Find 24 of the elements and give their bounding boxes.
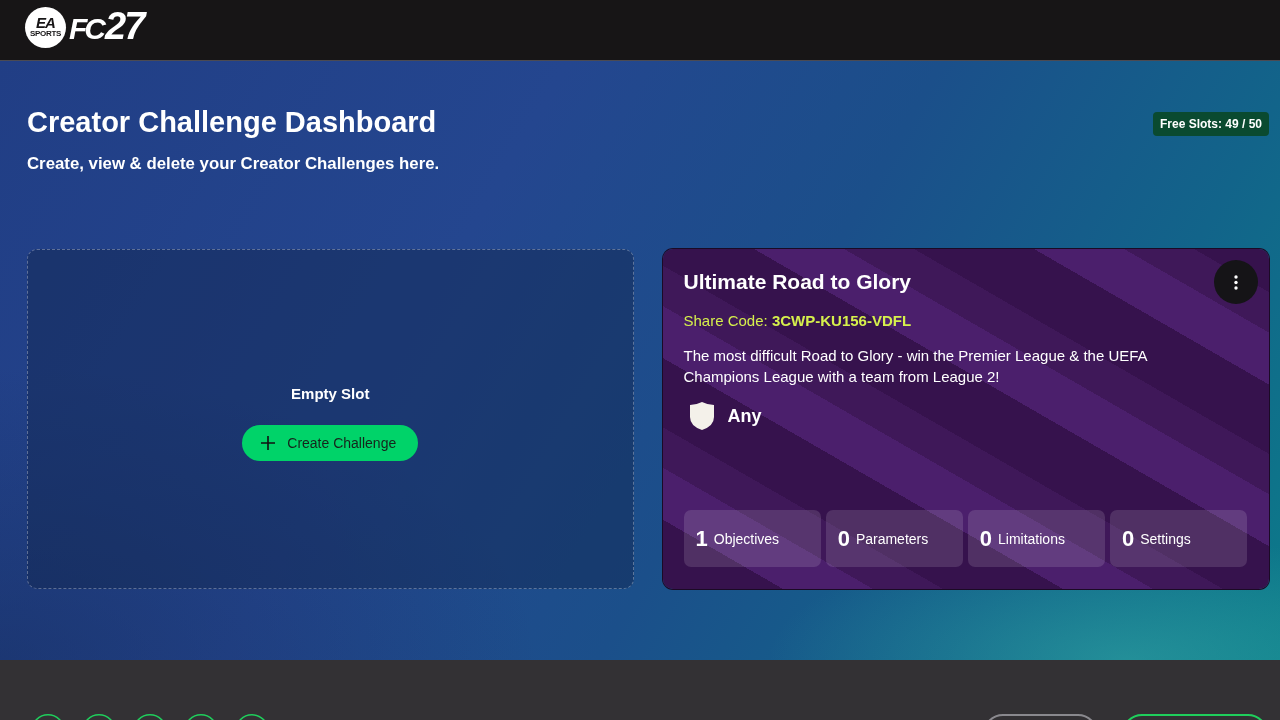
more-icon (1234, 274, 1238, 290)
stat-label: Limitations (998, 529, 1065, 548)
team-name: Any (727, 405, 762, 427)
plus-icon (261, 435, 276, 450)
free-slots-badge: Free Slots: 49 / 50 (1152, 112, 1269, 136)
slot-label: Empty Slot (291, 383, 370, 404)
challenge-title: Ultimate Road to Glory (683, 269, 912, 295)
logo-text: SPORTS (29, 29, 62, 38)
share-code: Share Code: 3CWP-KU156-VDFL (683, 311, 913, 331)
stat-count: 0 (837, 526, 850, 551)
logo-mark: FC (69, 10, 103, 47)
stat-count: 1 (695, 526, 708, 551)
shield-icon (687, 401, 716, 431)
stat-label: Parameters (855, 529, 929, 548)
stat-label: Objectives (713, 529, 780, 548)
page-title: Creator Challenge Dashboard (27, 105, 438, 139)
stat-label: Settings (1140, 529, 1191, 548)
stat-count: 0 (979, 526, 992, 551)
logo-year: 27 (105, 5, 144, 46)
page-subtitle: Create, view & delete your Creator Challenges here. (27, 153, 440, 175)
create-challenge-button[interactable]: Create Challenge (242, 424, 419, 461)
logo-text: EA (36, 16, 55, 29)
challenge-description: The most difficult Road to Glory - win the Premier League & the UEFA Champions League with a team from League 2! (683, 346, 1149, 387)
stat-count: 0 (1121, 526, 1135, 551)
